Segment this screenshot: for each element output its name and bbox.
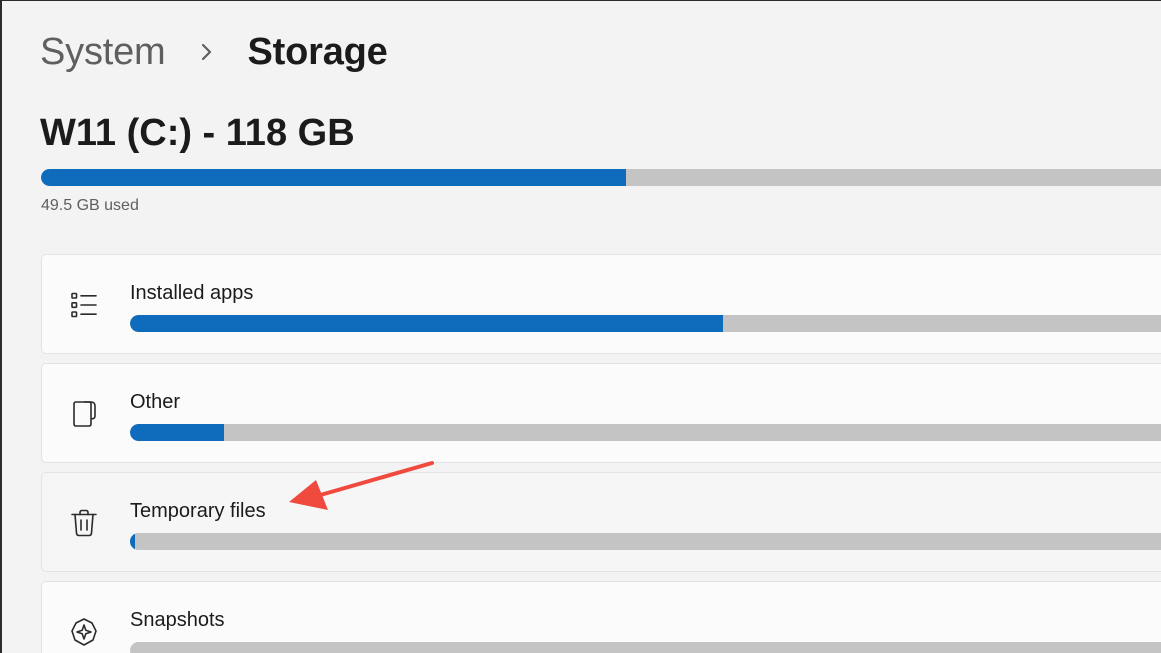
category-usage-bar-fill bbox=[130, 424, 224, 441]
category-usage-bar-fill bbox=[130, 533, 135, 550]
trash-icon bbox=[68, 507, 100, 539]
category-label: Snapshots bbox=[130, 609, 225, 631]
category-card-installed-apps[interactable]: Installed apps bbox=[41, 254, 1161, 354]
category-label: Installed apps bbox=[130, 282, 254, 304]
page-title: Storage bbox=[247, 30, 388, 73]
category-usage-bar bbox=[130, 533, 1161, 550]
drive-usage-bar-fill bbox=[41, 169, 626, 186]
breadcrumb: System Storage bbox=[40, 27, 388, 77]
breadcrumb-system-link[interactable]: System bbox=[40, 31, 166, 74]
category-label: Other bbox=[130, 391, 181, 413]
storage-settings-page: System Storage W11 (C:) - 118 GB 49.5 GB… bbox=[0, 0, 1161, 653]
snapshot-icon bbox=[68, 616, 100, 648]
category-usage-bar bbox=[130, 315, 1161, 332]
window-border-top bbox=[0, 0, 1161, 1]
document-icon bbox=[68, 398, 100, 430]
chevron-right-icon bbox=[192, 43, 222, 61]
category-usage-bar bbox=[130, 424, 1161, 441]
drive-usage-bar bbox=[41, 169, 1161, 186]
category-usage-bar-fill bbox=[130, 315, 723, 332]
list-icon bbox=[68, 289, 100, 321]
category-card-snapshots[interactable]: Snapshots bbox=[41, 581, 1161, 653]
category-label: Temporary files bbox=[130, 500, 266, 522]
drive-title: W11 (C:) - 118 GB bbox=[40, 112, 355, 154]
drive-used-label: 49.5 GB used bbox=[41, 197, 139, 214]
category-usage-bar bbox=[130, 642, 1161, 653]
window-border-left bbox=[0, 0, 2, 653]
category-card-other[interactable]: Other bbox=[41, 363, 1161, 463]
category-card-temporary-files[interactable]: Temporary files bbox=[41, 472, 1161, 572]
